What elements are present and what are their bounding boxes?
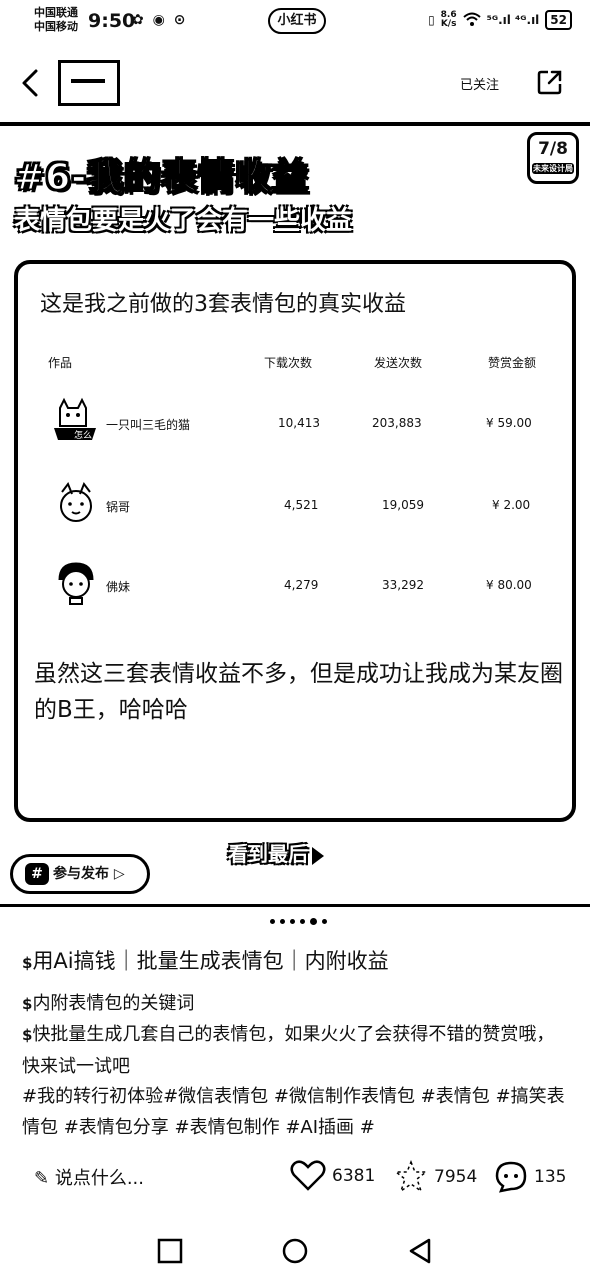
work-name: 佛妹 [106, 580, 131, 594]
join-publish-button[interactable]: # 参与发布 ▷ [10, 854, 150, 894]
play-triangle-icon [312, 846, 324, 865]
signal-icon: ⁵ᴳ.ıl ⁴ᴳ.ıl [486, 13, 540, 27]
amount-value: ¥ 2.00 [492, 498, 531, 512]
dollar-icon: $ [22, 954, 33, 972]
page-badge: 7/8 未来设计局 [527, 132, 579, 184]
back-arrow-icon[interactable] [16, 68, 44, 98]
description-text: 内附表情包的关键词 [32, 993, 195, 1014]
amount-value: ¥ 80.00 [486, 578, 532, 592]
dollar-icon: $ [22, 995, 33, 1013]
app-badge: 小红书 [268, 8, 326, 34]
post-header: 已关注 [0, 50, 590, 116]
recents-square-icon[interactable] [155, 1236, 185, 1266]
system-status: ▯ 8.6 K/s ⁵ᴳ.ıl ⁴ᴳ.ıl 52 [428, 10, 572, 30]
watch-to-end: 看到最后 [228, 838, 324, 867]
pager-dot [270, 919, 275, 924]
system-navbar [0, 1228, 590, 1280]
comment-input[interactable]: ✎ 说点什么... [34, 1164, 144, 1190]
image-divider [0, 904, 590, 907]
like-button[interactable]: 6381 [290, 1160, 375, 1192]
pager-dot [280, 919, 285, 924]
collect-count: 7954 [434, 1167, 478, 1187]
image-title: #6-我的表情收益 [13, 156, 310, 199]
carrier-labels: 中国联通 中国移动 [34, 6, 78, 34]
collect-button[interactable]: 7954 [394, 1160, 477, 1194]
table-row: 佛妹 4,279 33,292 ¥ 80.00 [48, 554, 558, 614]
dollar-icon: $ [22, 1026, 33, 1044]
like-count: 6381 [332, 1166, 376, 1186]
earnings-card: 这是我之前做的3套表情包的真实收益 作品 下载次数 发送次数 赞赏金额 怎么 一… [14, 260, 576, 822]
page-tag: 未来设计局 [532, 163, 574, 174]
table-row: 锅哥 4,521 19,059 ¥ 2.00 [48, 474, 558, 534]
sends-value: 19,059 [382, 498, 424, 512]
col-header-sends: 发送次数 [374, 356, 423, 370]
heart-icon [290, 1160, 326, 1191]
page-number: 7/8 [538, 139, 568, 159]
col-header-amount: 赞赏金额 [488, 356, 537, 370]
col-header-work: 作品 [48, 356, 73, 370]
back-triangle-icon[interactable] [405, 1236, 435, 1266]
sends-value: 203,883 [372, 416, 422, 430]
net-speed: 8.6 K/s [441, 11, 457, 29]
downloads-value: 10,413 [278, 416, 320, 430]
post-title-text: 用Ai搞钱｜批量生成表情包｜内附收益 [32, 949, 389, 973]
image-pager [270, 918, 327, 925]
carrier-1: 中国联通 [34, 6, 78, 19]
card-heading: 这是我之前做的3套表情包的真实收益 [40, 292, 406, 317]
notification-icons: ✿ ◉ ⊙ [132, 12, 188, 28]
description-line: $快批量生成几套自己的表情包，如果火火了会获得不错的赞赏哦，快来试一试吧 [22, 1019, 572, 1082]
wifi-icon [462, 12, 481, 29]
follow-button[interactable]: 已关注 [460, 74, 499, 93]
sends-value: 33,292 [382, 578, 424, 592]
work-name: 一只叫三毛的猫 [106, 418, 191, 432]
downloads-value: 4,279 [284, 578, 319, 592]
downloads-value: 4,521 [284, 498, 319, 512]
clock: 9:50 [88, 10, 136, 32]
watch-to-end-label: 看到最后 [228, 842, 308, 866]
description-line: $内附表情包的关键词 [22, 988, 572, 1020]
post-title: $用Ai搞钱｜批量生成表情包｜内附收益 [22, 946, 572, 979]
pencil-icon: ✎ [34, 1168, 50, 1189]
pager-dot-active [310, 918, 317, 925]
hashtags[interactable]: #我的转行初体验#微信表情包 #微信制作表情包 #表情包 #搞笑表情包 #表情包… [22, 1081, 572, 1143]
star-icon [394, 1160, 428, 1193]
fomei-sticker-icon [58, 562, 94, 605]
status-bar: 中国联通 中国移动 9:50 ✿ ◉ ⊙ 小红书 ▯ 8.6 K/s ⁵ᴳ.ıl… [0, 0, 590, 44]
work-name: 锅哥 [106, 500, 131, 514]
hash-icon: # [25, 863, 49, 885]
share-icon[interactable] [536, 68, 564, 96]
action-bar: ✎ 说点什么... 6381 7954 135 [0, 1150, 590, 1206]
card-paragraph: 虽然这三套表情收益不多，但是成功让我成为某友圈的B王，哈哈哈 [34, 661, 563, 723]
table-row: 怎么 一只叫三毛的猫 10,413 203,883 ¥ 59.00 [48, 392, 558, 452]
join-publish-label: 参与发布 [53, 866, 109, 882]
amount-value: ¥ 59.00 [486, 416, 532, 430]
comment-placeholder: 说点什么... [54, 1168, 144, 1189]
cat-sticker-icon: 怎么 [54, 397, 96, 441]
home-circle-icon[interactable] [280, 1236, 310, 1266]
pager-dot [322, 919, 327, 924]
carrier-2: 中国移动 [34, 20, 78, 33]
guoge-sticker-icon [60, 481, 92, 522]
net-speed-unit: K/s [440, 19, 457, 29]
author-avatar[interactable] [58, 60, 120, 106]
pager-dot [300, 919, 305, 924]
pager-dot [290, 919, 295, 924]
comment-count: 135 [534, 1167, 567, 1187]
battery-icon: 52 [545, 10, 572, 30]
description-text: 快批量生成几套自己的表情包，如果火火了会获得不错的赞赏哦，快来试一试吧 [22, 1024, 555, 1077]
comment-bubble-icon [495, 1161, 527, 1193]
col-header-downloads: 下载次数 [264, 356, 313, 370]
vibrate-icon: ▯ [428, 13, 435, 27]
image-subtitle: 表情包要是火了会有一些收益 [14, 206, 353, 236]
post-image[interactable]: #6-我的表情收益 表情包要是火了会有一些收益 7/8 未来设计局 这是我之前做… [0, 126, 590, 904]
comment-button[interactable]: 135 [494, 1160, 566, 1194]
svg-text:怎么: 怎么 [74, 429, 92, 441]
